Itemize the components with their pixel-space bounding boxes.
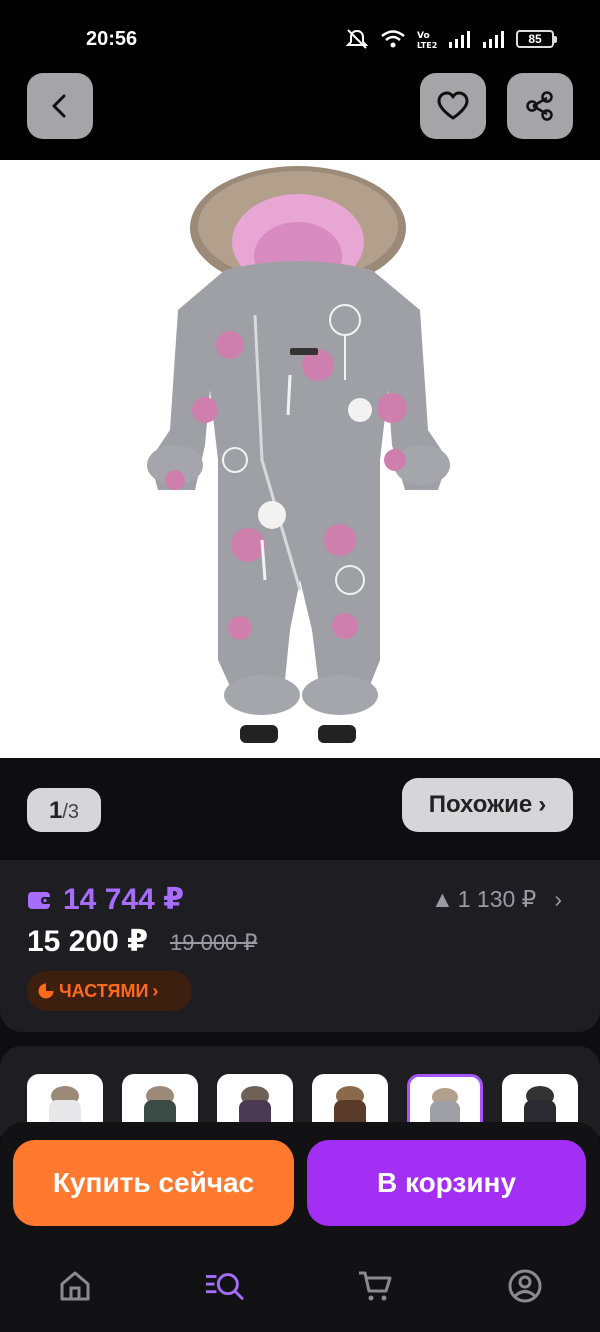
chevron-right-icon: ›	[152, 980, 159, 1001]
product-image	[147, 166, 450, 743]
status-icons: Vo LTE2 85	[344, 28, 557, 50]
cart-icon	[359, 1271, 392, 1301]
price-difference-value: 1 130 ₽	[457, 886, 537, 912]
signal-icon	[483, 31, 504, 48]
pie-chart-icon	[38, 983, 54, 999]
chevron-left-icon	[52, 94, 66, 118]
nav-home[interactable]	[55, 1266, 95, 1306]
signal-icon	[449, 31, 470, 48]
current-price: 15 200 ₽	[27, 925, 148, 958]
chevron-right-icon: ›	[554, 886, 562, 912]
heart-icon	[437, 91, 469, 120]
battery-level: 85	[528, 32, 542, 46]
nav-catalog[interactable]	[205, 1266, 245, 1306]
nav-profile[interactable]	[505, 1266, 545, 1306]
add-to-cart-button[interactable]: В корзину	[307, 1140, 586, 1226]
share-icon	[526, 91, 553, 121]
purchase-action-bar: Купить сейчас В корзину	[0, 1122, 600, 1242]
wallet-price: 14 744 ₽	[63, 883, 184, 916]
catalog-search-icon	[205, 1273, 244, 1300]
mute-icon	[345, 29, 369, 49]
svg-text:LTE2: LTE2	[417, 41, 437, 49]
installments-label: ЧАСТЯМИ	[59, 980, 149, 1001]
nav-cart[interactable]	[355, 1266, 395, 1306]
status-time: 20:56	[86, 28, 138, 50]
battery-icon: 85	[516, 30, 557, 48]
volte-icon: Vo LTE2	[417, 31, 437, 49]
top-toolbar	[0, 60, 600, 160]
status-bar: 20:56 Vo LTE2 85	[0, 0, 600, 60]
wallet-icon	[28, 892, 52, 909]
similar-label: Похожие	[428, 791, 533, 818]
share-button[interactable]	[507, 73, 573, 139]
gallery-controls: 1 / 3 Похожие ›	[0, 758, 600, 858]
home-icon	[60, 1271, 90, 1301]
similar-button[interactable]: Похожие ›	[402, 778, 573, 832]
chevron-right-icon: ›	[538, 791, 547, 818]
favorite-button[interactable]	[420, 73, 486, 139]
svg-text:Vo: Vo	[417, 31, 430, 41]
old-price: 19 000 ₽	[170, 930, 258, 955]
current-image-index: 1	[48, 797, 63, 824]
image-page-counter: 1 / 3	[27, 788, 101, 832]
installments-badge[interactable]: ЧАСТЯМИ ›	[27, 971, 192, 1011]
triangle-up-icon: ▲	[430, 886, 454, 912]
back-button[interactable]	[27, 73, 93, 139]
wifi-icon	[381, 30, 405, 48]
price-card: 14 744 ₽ ▲ 1 130 ₽ › 15 200 ₽ 19 000 ₽ Ч…	[0, 860, 600, 1032]
profile-icon	[508, 1269, 542, 1303]
product-image-carousel[interactable]	[0, 160, 600, 758]
buy-now-button[interactable]: Купить сейчас	[13, 1140, 294, 1226]
price-difference[interactable]: ▲ 1 130 ₽ ›	[431, 886, 562, 913]
bottom-navigation	[0, 1242, 600, 1332]
total-images: 3	[67, 801, 80, 823]
